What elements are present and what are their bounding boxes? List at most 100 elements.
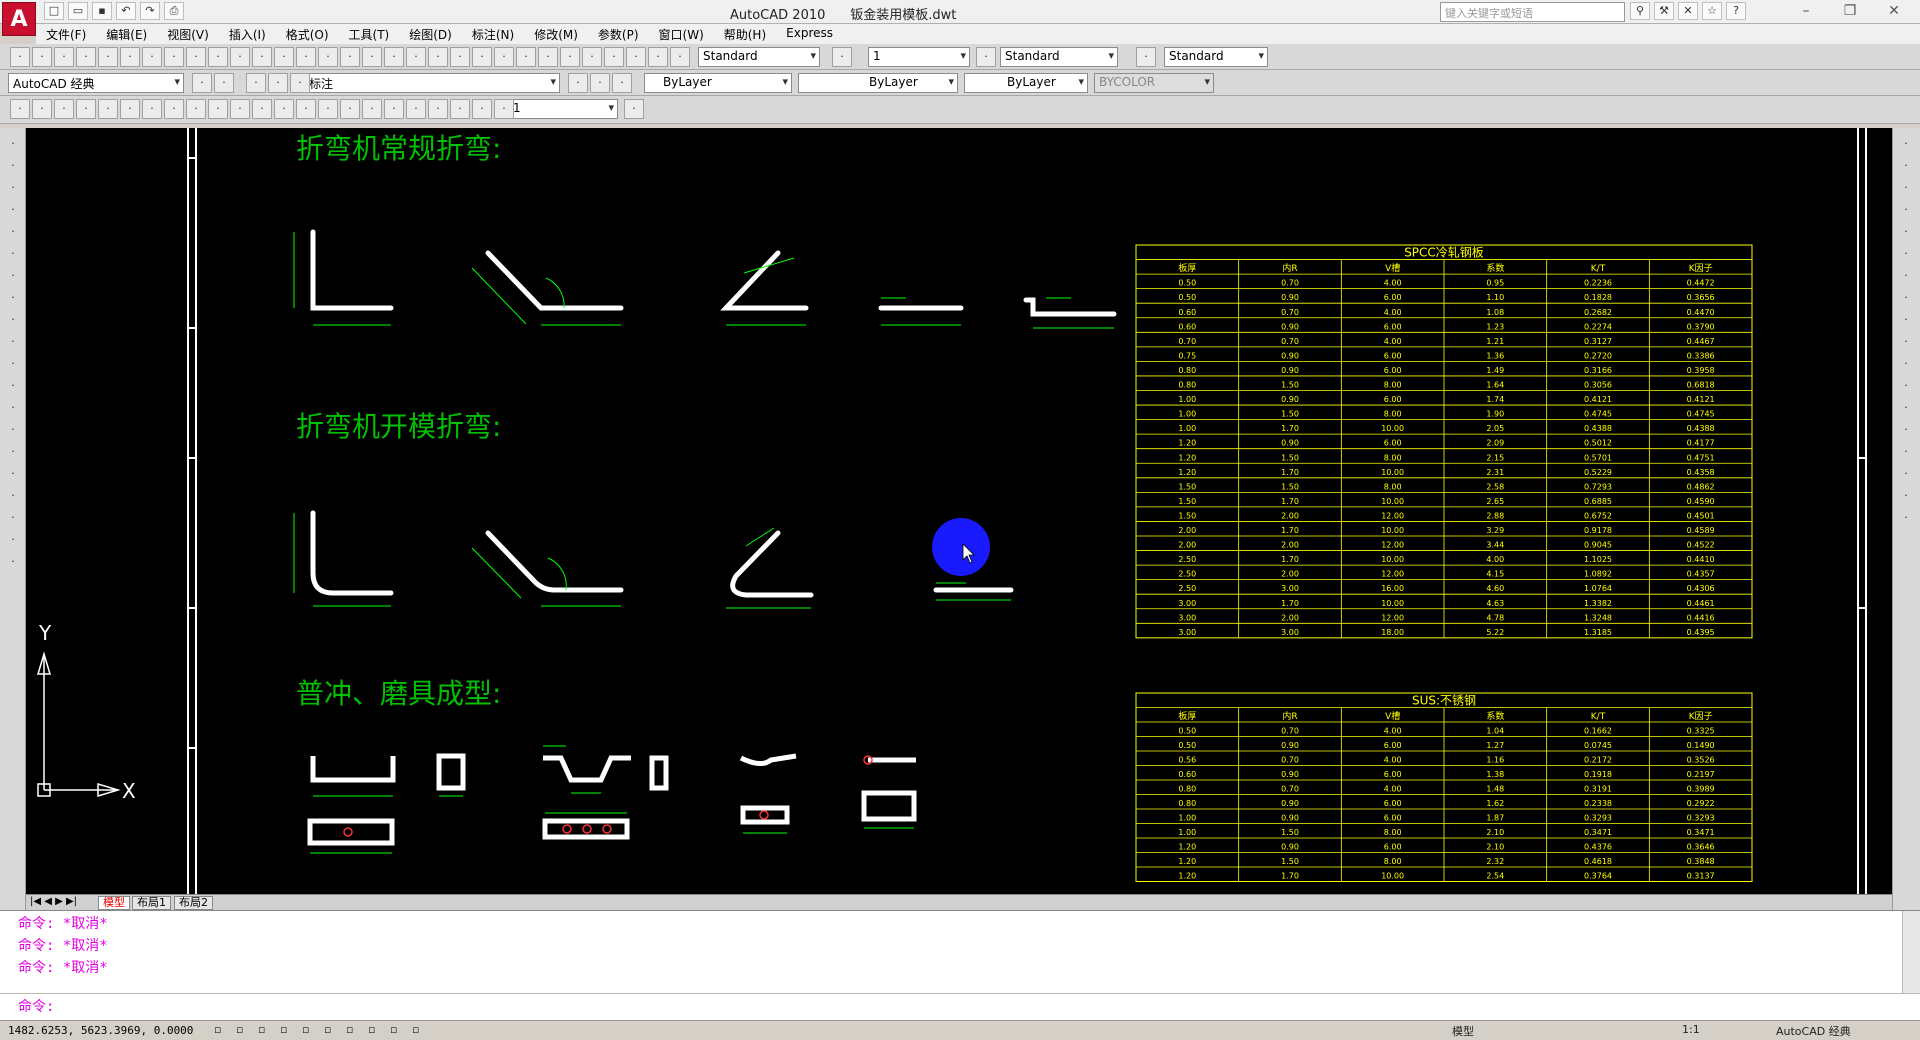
table-style-combo[interactable]: Standard xyxy=(1164,47,1268,67)
modify-tool-icon[interactable]: · xyxy=(1896,134,1916,154)
menu-item[interactable]: 窗口(W) xyxy=(649,24,714,44)
tab-layout2[interactable]: 布局2 xyxy=(174,896,213,910)
communication-icon[interactable]: ✕ xyxy=(1678,2,1698,20)
menu-item[interactable]: 视图(V) xyxy=(157,24,219,44)
redo-icon[interactable]: ↷ xyxy=(140,2,160,20)
workspace-switch[interactable]: AutoCAD 经典 xyxy=(1774,1023,1853,1039)
standard-tool-icon[interactable]: · xyxy=(384,47,404,67)
dimension-tool-icon[interactable]: · xyxy=(362,99,382,119)
linetype-combo[interactable]: ByLayer xyxy=(798,73,958,93)
draw-tool-icon[interactable]: · xyxy=(3,508,23,528)
draw-tool-icon[interactable]: · xyxy=(3,354,23,374)
drafting-toggle-icon[interactable]: ▫ xyxy=(410,1023,421,1039)
standard-tool-icon[interactable]: · xyxy=(560,47,580,67)
dimension-tool-icon[interactable]: · xyxy=(32,99,52,119)
modify-tool-icon[interactable]: · xyxy=(1896,156,1916,176)
modify-tool-icon[interactable]: · xyxy=(1896,244,1916,264)
draw-tool-icon[interactable]: · xyxy=(3,156,23,176)
standard-tool-icon[interactable]: · xyxy=(120,47,140,67)
minimize-icon[interactable]: – xyxy=(1784,0,1828,22)
dimension-tool-icon[interactable]: · xyxy=(428,99,448,119)
standard-tool-icon[interactable]: · xyxy=(296,47,316,67)
standard-tool-icon[interactable]: · xyxy=(494,47,514,67)
dimension-tool-icon[interactable]: · xyxy=(318,99,338,119)
help-icon[interactable]: ? xyxy=(1726,2,1746,20)
dimension-tool-icon[interactable]: · xyxy=(296,99,316,119)
draw-tool-icon[interactable]: · xyxy=(3,200,23,220)
modify-tool-icon[interactable]: · xyxy=(1896,464,1916,484)
draw-tool-icon[interactable]: · xyxy=(3,420,23,440)
menu-item[interactable]: 修改(M) xyxy=(524,24,588,44)
draw-tool-icon[interactable]: · xyxy=(3,464,23,484)
menu-item[interactable]: 帮助(H) xyxy=(714,24,776,44)
drafting-toggle-icon[interactable]: ▫ xyxy=(366,1023,377,1039)
standard-tool-icon[interactable]: · xyxy=(832,47,852,67)
standard-tool-icon[interactable]: · xyxy=(230,47,250,67)
dimension-tool-icon[interactable]: · xyxy=(98,99,118,119)
standard-tool-icon[interactable]: · xyxy=(472,47,492,67)
modify-tool-icon[interactable]: · xyxy=(1896,486,1916,506)
dimension-tool-icon[interactable]: · xyxy=(624,99,644,119)
standard-tool-icon[interactable]: · xyxy=(98,47,118,67)
standard-tool-icon[interactable]: · xyxy=(450,47,470,67)
menu-item[interactable]: 文件(F) xyxy=(36,24,96,44)
modify-tool-icon[interactable]: · xyxy=(1896,222,1916,242)
open-file-icon[interactable]: ▭ xyxy=(68,2,88,20)
modify-tool-icon[interactable]: · xyxy=(1896,354,1916,374)
draw-tool-icon[interactable]: · xyxy=(3,486,23,506)
standard-tool-icon[interactable]: · xyxy=(318,47,338,67)
drafting-toggle-icon[interactable]: ▫ xyxy=(344,1023,355,1039)
draw-tool-icon[interactable]: · xyxy=(3,244,23,264)
color-combo[interactable]: ByLayer xyxy=(644,73,792,93)
dim-scale-combo[interactable]: 1 xyxy=(868,47,970,67)
dim-value-combo[interactable]: 1 xyxy=(508,99,618,119)
lineweight-combo[interactable]: ByLayer xyxy=(964,73,1088,93)
command-scrollbar[interactable] xyxy=(1902,911,1920,993)
drafting-toggle-icon[interactable]: ▫ xyxy=(278,1023,289,1039)
menu-item[interactable]: 参数(P) xyxy=(588,24,649,44)
menu-item[interactable]: 绘图(D) xyxy=(399,24,462,44)
menu-item[interactable]: 编辑(E) xyxy=(96,24,157,44)
drafting-toggle-icon[interactable]: ▫ xyxy=(234,1023,245,1039)
model-space-button[interactable]: 模型 xyxy=(1450,1023,1476,1039)
modify-tool-icon[interactable]: · xyxy=(1896,200,1916,220)
text-style-combo[interactable]: Standard xyxy=(698,47,820,67)
favorites-icon[interactable]: ☆ xyxy=(1702,2,1722,20)
application-menu-button[interactable]: A xyxy=(2,2,36,36)
modify-tool-icon[interactable]: · xyxy=(1896,508,1916,528)
dimension-tool-icon[interactable]: · xyxy=(384,99,404,119)
draw-tool-icon[interactable]: · xyxy=(3,134,23,154)
dimension-tool-icon[interactable]: · xyxy=(164,99,184,119)
standard-tool-icon[interactable]: · xyxy=(208,47,228,67)
dimension-tool-icon[interactable]: · xyxy=(340,99,360,119)
dimension-tool-icon[interactable]: · xyxy=(208,99,228,119)
close-icon[interactable]: ✕ xyxy=(1872,0,1916,22)
modify-tool-icon[interactable]: · xyxy=(1896,332,1916,352)
layer-tool-icon[interactable]: · xyxy=(590,73,610,93)
standard-tool-icon[interactable]: · xyxy=(274,47,294,67)
draw-tool-icon[interactable]: · xyxy=(3,530,23,550)
standard-tool-icon[interactable]: · xyxy=(582,47,602,67)
dimension-tool-icon[interactable]: · xyxy=(472,99,492,119)
drafting-toggle-icon[interactable]: ▫ xyxy=(256,1023,267,1039)
draw-tool-icon[interactable]: · xyxy=(3,552,23,572)
dimension-tool-icon[interactable]: · xyxy=(274,99,294,119)
save-icon[interactable]: ▪ xyxy=(92,2,112,20)
standard-tool-icon[interactable]: · xyxy=(32,47,52,67)
drafting-toggle-icon[interactable]: ▫ xyxy=(212,1023,223,1039)
drafting-toggle-icon[interactable]: ▫ xyxy=(388,1023,399,1039)
standard-tool-icon[interactable]: · xyxy=(186,47,206,67)
draw-tool-icon[interactable]: · xyxy=(3,222,23,242)
draw-tool-icon[interactable]: · xyxy=(3,288,23,308)
layer-tool-icon[interactable]: · xyxy=(246,73,266,93)
drafting-toggle-icon[interactable]: ▫ xyxy=(322,1023,333,1039)
modify-tool-icon[interactable]: · xyxy=(1896,420,1916,440)
draw-tool-icon[interactable]: · xyxy=(3,310,23,330)
tab-layout1[interactable]: 布局1 xyxy=(132,896,171,910)
modify-tool-icon[interactable]: · xyxy=(1896,398,1916,418)
standard-tool-icon[interactable]: · xyxy=(54,47,74,67)
draw-tool-icon[interactable]: · xyxy=(3,398,23,418)
help-search-input[interactable]: 键入关键字或短语 xyxy=(1440,2,1625,22)
layer-tool-icon[interactable]: · xyxy=(268,73,288,93)
standard-tool-icon[interactable]: · xyxy=(976,47,996,67)
